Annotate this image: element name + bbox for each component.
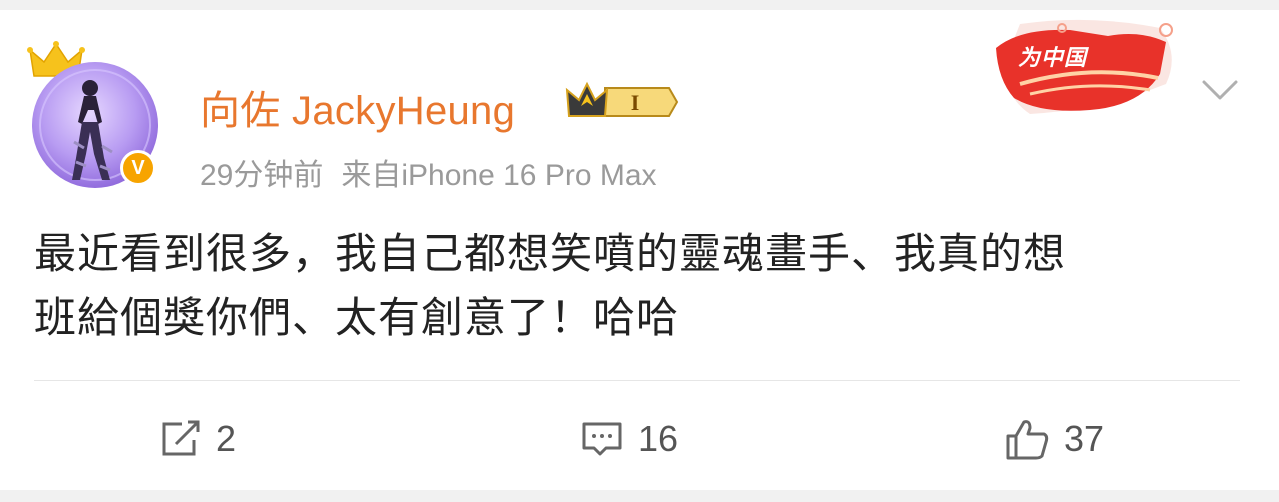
post-text-line: 班給個獎你們、太有創意了！哈哈 — [34, 293, 680, 342]
repost-count: 2 — [216, 418, 237, 459]
comment-count: 16 — [638, 418, 679, 459]
level-badge-text: I — [631, 90, 640, 115]
level-crown-icon[interactable]: I — [565, 80, 679, 124]
comment-icon — [582, 422, 622, 456]
divider — [34, 380, 1240, 381]
username[interactable]: 向佐 JackyHeung — [200, 78, 515, 136]
like-count: 37 — [1064, 418, 1105, 459]
post-time: 29分钟前 — [200, 159, 324, 192]
avatar-container[interactable]: V — [24, 40, 164, 190]
post-text: 最近看到很多，我自己都想笑噴的靈魂畫手、我真的想 班給個獎你們、太有創意了！哈哈 — [34, 222, 1234, 350]
weibo-post-card: V 向佐 JackyHeung I 29分钟前 来自iPhone 16 Pro M… — [0, 10, 1279, 490]
like-button[interactable]: 37 — [1004, 414, 1104, 464]
post-text-line: 最近看到很多，我自己都想笑噴的靈魂畫手、我真的想 — [34, 229, 1067, 278]
verified-badge: V — [120, 150, 156, 186]
repost-icon — [162, 420, 200, 456]
like-icon — [1006, 420, 1049, 460]
chevron-down-icon[interactable] — [1200, 74, 1240, 106]
repost-button[interactable]: 2 — [160, 414, 236, 464]
banner-text: 为中国 — [1018, 45, 1088, 70]
post-meta: 29分钟前 来自iPhone 16 Pro Max — [200, 150, 657, 194]
comment-button[interactable]: 16 — [580, 414, 678, 464]
post-source: 来自iPhone 16 Pro Max — [341, 159, 657, 192]
